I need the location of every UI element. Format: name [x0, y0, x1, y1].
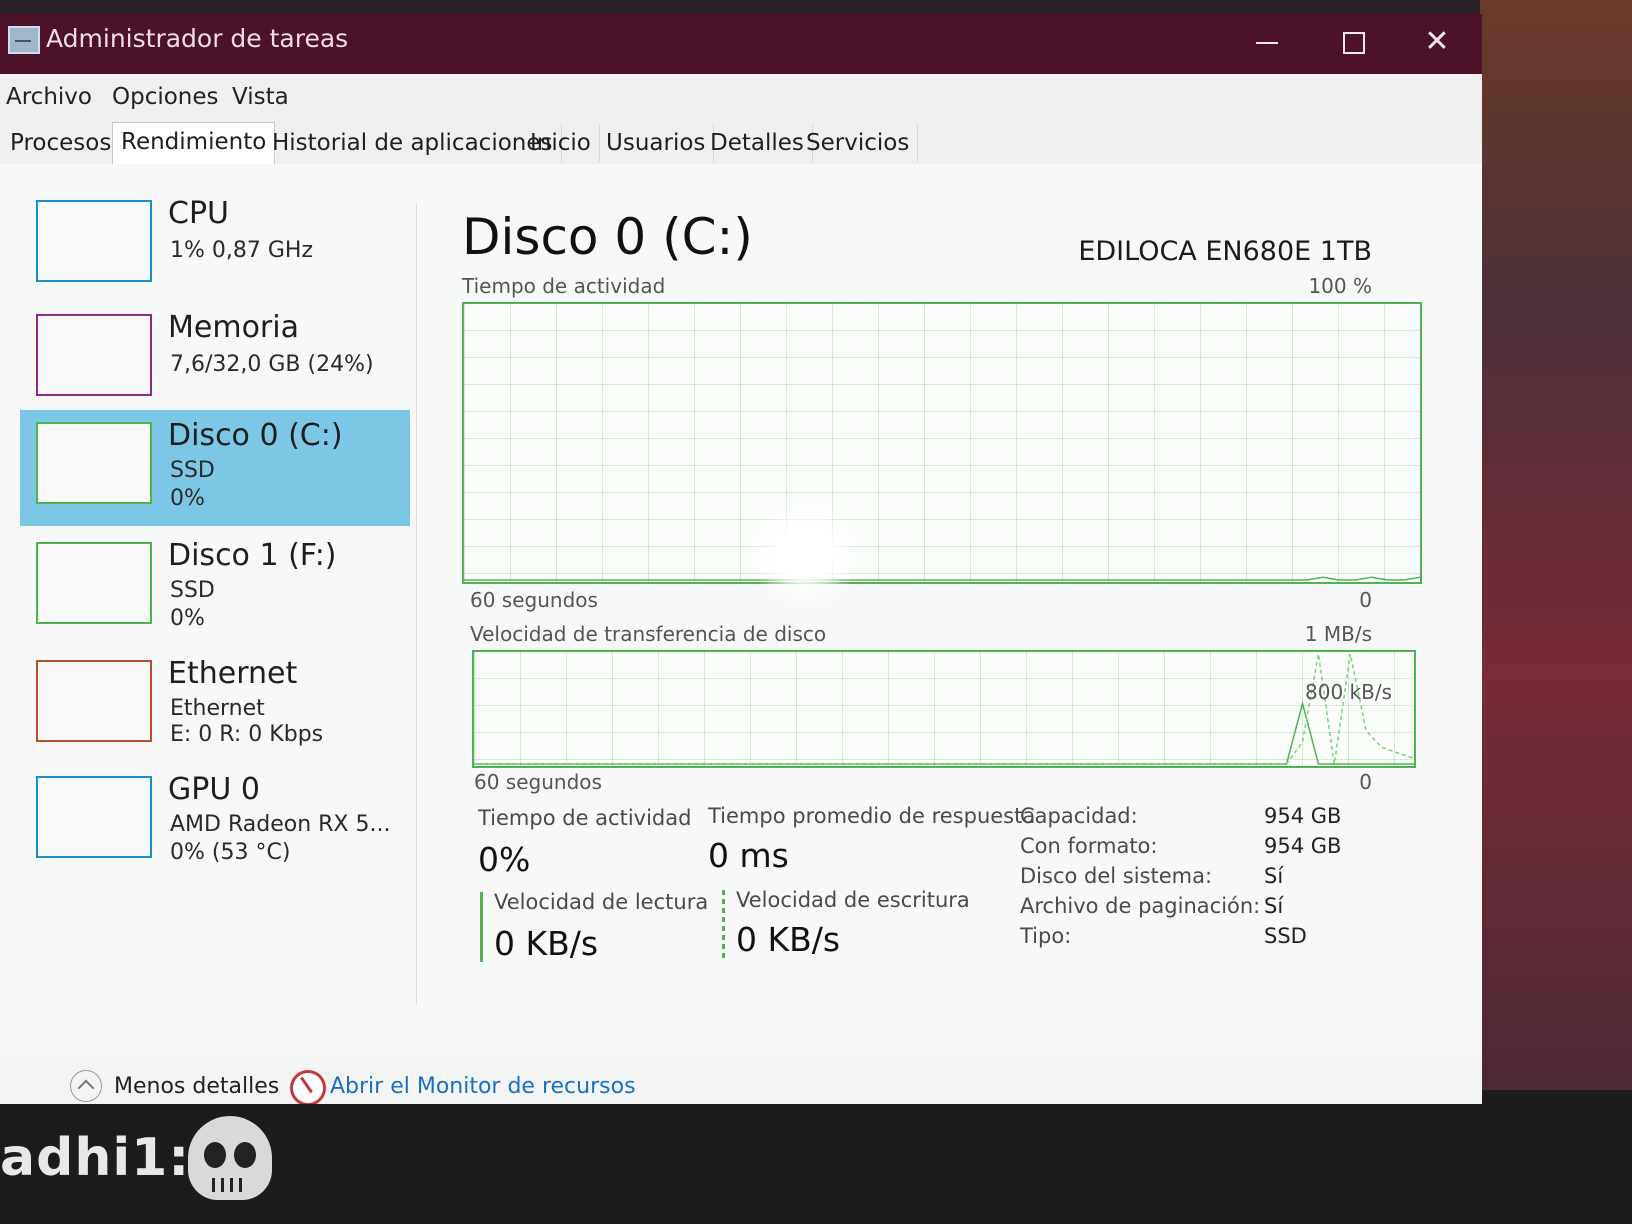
- transfer-graph: 800 kB/s: [472, 650, 1416, 768]
- type-label: Tipo:: [1020, 924, 1072, 948]
- cpu-mini-graph: [36, 200, 152, 282]
- tab-bar: Procesos Rendimiento Historial de aplica…: [0, 118, 1482, 166]
- activity-graph-label: Tiempo de actividad: [462, 274, 666, 298]
- formatted-value: 954 GB: [1264, 834, 1342, 858]
- chat-username: adhi1:: [0, 1128, 191, 1188]
- menu-bar: Archivo Opciones Vista: [0, 74, 1482, 118]
- sidebar-item-name: Ethernet: [168, 656, 298, 691]
- tab-historial-aplicaciones[interactable]: Historial de aplicaciones: [264, 124, 562, 162]
- capacity-label: Capacidad:: [1020, 804, 1138, 828]
- transfer-graph-max: 1 MB/s: [1304, 622, 1372, 646]
- chevron-up-icon[interactable]: [70, 1070, 102, 1102]
- tab-inicio[interactable]: Inicio: [522, 124, 600, 162]
- task-manager-icon: [8, 26, 40, 54]
- transfer-mid-label: 800 kB/s: [1305, 680, 1392, 704]
- disk1-mini-graph: [36, 542, 152, 624]
- sidebar-item-cpu[interactable]: CPU 1% 0,87 GHz: [20, 188, 410, 304]
- response-stat-label: Tiempo promedio de respuesta: [708, 804, 1036, 828]
- disk-model: EDILOCA EN680E 1TB: [1078, 236, 1372, 267]
- tab-procesos[interactable]: Procesos: [2, 124, 121, 162]
- formatted-label: Con formato:: [1020, 834, 1158, 858]
- skull-emote-icon: [188, 1116, 272, 1200]
- write-series-line: [474, 653, 1414, 765]
- ethernet-mini-graph: [36, 660, 152, 742]
- system-disk-label: Disco del sistema:: [1020, 864, 1213, 888]
- transfer-time-label: 60 segundos: [474, 770, 602, 794]
- sidebar-item-usage: 0%: [170, 486, 205, 511]
- tab-rendimiento[interactable]: Rendimiento: [112, 122, 276, 166]
- transfer-min-label: 0: [1359, 770, 1372, 794]
- sidebar-item-disco-0[interactable]: Disco 0 (C:) SSD 0%: [20, 410, 410, 526]
- sidebar-item-throughput: E: 0 R: 0 Kbps: [170, 722, 324, 747]
- memory-mini-graph: [36, 314, 152, 396]
- page-file-value: Sí: [1264, 894, 1284, 918]
- footer-bar: Menos detalles Abrir el Monitor de recur…: [0, 1056, 1482, 1104]
- activity-min-label: 0: [1359, 588, 1372, 612]
- sidebar-item-usage: 0%: [170, 606, 205, 631]
- activity-stat-value: 0%: [478, 840, 531, 879]
- sidebar-item-adapter: Ethernet: [170, 696, 265, 721]
- activity-time-label: 60 segundos: [470, 588, 598, 612]
- performance-content: CPU 1% 0,87 GHz Memoria 7,6/32,0 GB (24%…: [0, 164, 1482, 1104]
- sidebar-item-name: GPU 0: [168, 772, 260, 807]
- menu-vista[interactable]: Vista: [232, 84, 289, 110]
- sidebar-item-type: SSD: [170, 458, 215, 483]
- sidebar-item-disco-1[interactable]: Disco 1 (F:) SSD 0%: [20, 530, 410, 646]
- capacity-value: 954 GB: [1264, 804, 1342, 828]
- sidebar-item-detail: 1% 0,87 GHz: [170, 238, 314, 263]
- sidebar-divider: [416, 204, 417, 1004]
- read-speed-indicator: [480, 892, 483, 962]
- sidebar-item-name: CPU: [168, 196, 229, 231]
- type-value: SSD: [1264, 924, 1307, 948]
- sidebar-item-name: Disco 1 (F:): [168, 538, 337, 573]
- sidebar-item-name: Disco 0 (C:): [168, 418, 343, 453]
- sidebar-item-detail: 7,6/32,0 GB (24%): [170, 352, 374, 377]
- close-button[interactable]: ✕: [1412, 20, 1462, 66]
- response-stat-value: 0 ms: [708, 836, 789, 875]
- read-speed-value: 0 KB/s: [494, 924, 599, 963]
- write-speed-value: 0 KB/s: [736, 920, 841, 959]
- system-disk-value: Sí: [1264, 864, 1284, 888]
- write-speed-indicator: [722, 890, 725, 960]
- tab-usuarios[interactable]: Usuarios: [598, 124, 715, 162]
- resource-monitor-link[interactable]: Abrir el Monitor de recursos: [330, 1074, 636, 1099]
- menu-opciones[interactable]: Opciones: [112, 84, 219, 110]
- sidebar-item-type: SSD: [170, 578, 215, 603]
- window-title: Administrador de tareas: [46, 24, 349, 53]
- sidebar-item-model: AMD Radeon RX 5...: [170, 812, 391, 837]
- write-speed-label: Velocidad de escritura: [736, 888, 970, 912]
- sidebar-item-name: Memoria: [168, 310, 299, 345]
- gpu-mini-graph: [36, 776, 152, 858]
- disk0-mini-graph: [36, 422, 152, 504]
- read-series-line: [474, 700, 1414, 765]
- activity-stat-label: Tiempo de actividad: [478, 806, 692, 830]
- page-file-label: Archivo de paginación:: [1020, 894, 1261, 918]
- read-speed-label: Velocidad de lectura: [494, 890, 709, 914]
- menu-archivo[interactable]: Archivo: [6, 84, 92, 110]
- maximize-button[interactable]: [1328, 20, 1378, 66]
- minimize-button[interactable]: [1242, 20, 1292, 66]
- background-scene-right: [1480, 0, 1632, 1224]
- resource-monitor-icon[interactable]: [290, 1070, 326, 1104]
- tab-detalles[interactable]: Detalles: [702, 124, 813, 162]
- tab-servicios[interactable]: Servicios: [798, 124, 919, 162]
- sidebar-item-ethernet[interactable]: Ethernet Ethernet E: 0 R: 0 Kbps: [20, 648, 410, 764]
- task-manager-window: Administrador de tareas ✕ Archivo Opcion…: [0, 14, 1482, 1104]
- sidebar-item-usage: 0% (53 °C): [170, 840, 291, 865]
- activity-graph: [462, 302, 1422, 584]
- screen-glare: [750, 499, 860, 609]
- sidebar-item-gpu-0[interactable]: GPU 0 AMD Radeon RX 5... 0% (53 °C): [20, 764, 410, 880]
- title-bar[interactable]: Administrador de tareas ✕: [0, 14, 1482, 74]
- activity-series-line: [464, 576, 1420, 581]
- page-title: Disco 0 (C:): [462, 208, 753, 266]
- less-details-button[interactable]: Menos detalles: [114, 1074, 279, 1099]
- sidebar-item-memoria[interactable]: Memoria 7,6/32,0 GB (24%): [20, 302, 410, 418]
- activity-graph-max: 100 %: [1308, 274, 1372, 298]
- transfer-graph-label: Velocidad de transferencia de disco: [470, 622, 827, 646]
